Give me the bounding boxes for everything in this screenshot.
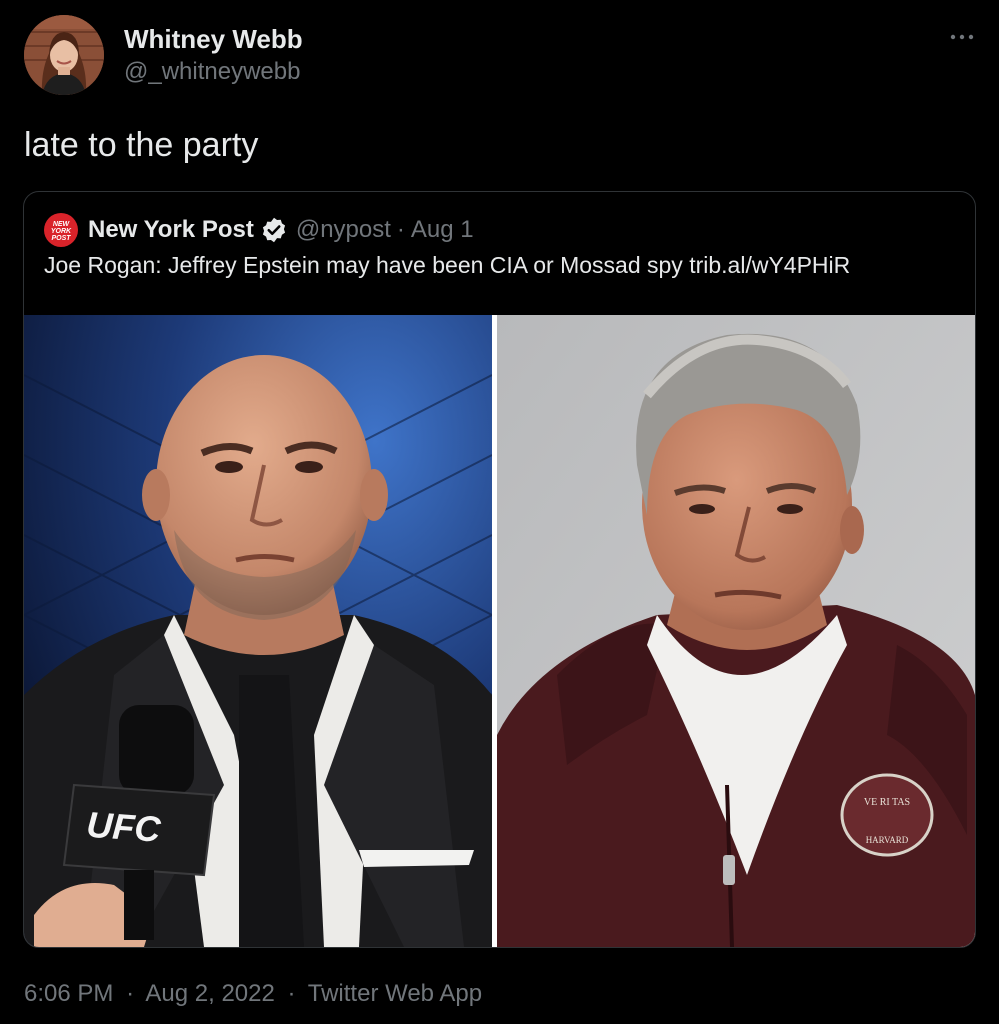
tweet-timestamp: 6:06 PM · Aug 2, 2022 · Twitter Web App (24, 980, 482, 1008)
timestamp-separator-2: · (287, 980, 296, 1007)
more-options-button[interactable] (947, 22, 977, 52)
quoted-separator: · (396, 216, 405, 243)
quoted-date: Aug 1 (410, 216, 474, 243)
tweet-time[interactable]: 6:06 PM (24, 980, 113, 1007)
avatar-image (24, 15, 104, 95)
quoted-tweet-text: Joe Rogan: Jeffrey Epstein may have been… (44, 252, 851, 278)
quoted-media[interactable]: UFC VE RI TAS HARVARD (24, 315, 975, 947)
tweet-date[interactable]: Aug 2, 2022 (145, 980, 274, 1007)
photo-man-suit-microphone: UFC (24, 315, 492, 947)
emblem-ring-text: HARVARD (866, 835, 909, 845)
nypost-logo-icon: NEW YORK POST (44, 213, 78, 247)
tweet-text: late to the party (24, 126, 259, 164)
more-horizontal-icon (950, 34, 974, 40)
verified-badge-icon (262, 217, 285, 243)
quoted-author-name: New York Post (88, 216, 254, 243)
svg-text:POST: POST (51, 235, 71, 242)
svg-text:NEW: NEW (53, 221, 71, 228)
ufc-mic-label: UFC (85, 804, 163, 850)
quoted-author-handle: @nypost (295, 216, 391, 243)
harvard-emblem: VE RI TAS HARVARD (840, 773, 934, 857)
photo-left[interactable]: UFC (24, 315, 492, 947)
author-handle[interactable]: @_whitneywebb (124, 58, 300, 86)
quoted-tweet[interactable]: NEW YORK POST New York Post @nypost · Au… (23, 191, 976, 948)
emblem-motto: VE RI TAS (864, 797, 910, 808)
svg-text:YORK: YORK (51, 228, 72, 235)
photo-man-harvard-sweatshirt: VE RI TAS HARVARD (497, 315, 975, 947)
tweet-source[interactable]: Twitter Web App (308, 980, 482, 1007)
avatar[interactable] (24, 15, 104, 95)
quoted-tweet-header: NEW YORK POST New York Post @nypost · Au… (44, 210, 474, 250)
tweet: Whitney Webb @_whitneywebb late to the p… (0, 0, 999, 1024)
photo-right[interactable]: VE RI TAS HARVARD (497, 315, 975, 947)
author-name[interactable]: Whitney Webb (124, 24, 303, 55)
timestamp-separator: · (126, 980, 135, 1007)
